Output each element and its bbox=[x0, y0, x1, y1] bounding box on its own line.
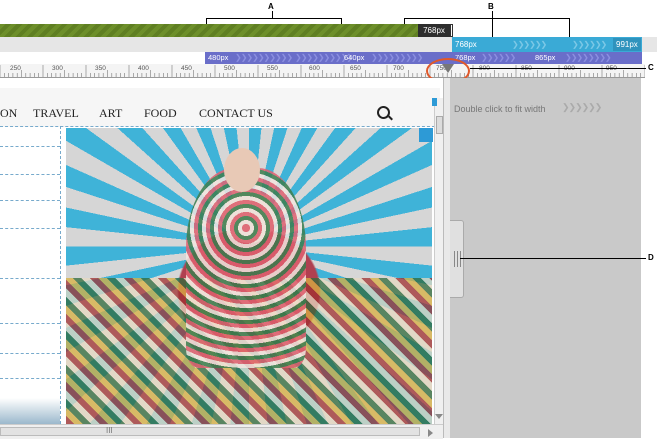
nav-item-art[interactable]: ART bbox=[99, 106, 122, 121]
horizontal-scroll-thumb[interactable] bbox=[0, 427, 420, 436]
resize-handle[interactable] bbox=[450, 220, 464, 298]
ruler-label: 650 bbox=[350, 65, 361, 72]
callout-d: D bbox=[648, 253, 654, 262]
grid-guide bbox=[0, 146, 60, 147]
breakpoint-marker[interactable] bbox=[450, 24, 453, 37]
callout-b: B bbox=[488, 2, 494, 11]
ruler-width-handle[interactable] bbox=[442, 64, 454, 73]
grid-guide bbox=[0, 174, 60, 175]
blue-chevrons: ❯❯❯❯❯❯ bbox=[512, 40, 547, 49]
scroll-right-arrow-icon[interactable] bbox=[428, 429, 433, 437]
purple-label-865: 865px bbox=[535, 53, 556, 62]
breakpoint-purple-bar[interactable]: 480px ❯❯❯❯❯❯❯❯❯❯ ❯❯❯❯❯❯❯❯❯❯ 640px ❯❯❯❯❯❯… bbox=[205, 52, 642, 64]
hint-chevrons: ❯❯❯❯❯❯ bbox=[562, 102, 602, 112]
purple-chevrons-3: ❯❯❯❯❯❯❯❯❯ bbox=[371, 53, 423, 62]
blue-label-991: 991px bbox=[616, 40, 638, 49]
callout-c: C bbox=[648, 63, 654, 72]
ruler-label: 300 bbox=[52, 65, 63, 72]
left-image-strip bbox=[0, 398, 60, 424]
breakpoint-green-bar[interactable] bbox=[0, 24, 450, 37]
ruler-label: 600 bbox=[309, 65, 320, 72]
purple-chevrons-1: ❯❯❯❯❯❯❯❯❯❯ bbox=[235, 53, 293, 62]
callout-d-line bbox=[460, 258, 646, 259]
nav-item-food[interactable]: FOOD bbox=[144, 106, 177, 121]
horizontal-scrollbar[interactable]: III bbox=[0, 424, 443, 439]
ruler-label: 500 bbox=[224, 65, 235, 72]
grid-guide bbox=[0, 200, 60, 201]
callout-b-bracket-top bbox=[404, 18, 570, 19]
ruler-label: 350 bbox=[95, 65, 106, 72]
canvas-vertical-guide bbox=[60, 126, 61, 424]
canvas-scroll-thumb[interactable] bbox=[436, 116, 443, 134]
ruler-label: 400 bbox=[138, 65, 149, 72]
callout-a-bracket-top bbox=[206, 18, 342, 19]
ruler-label: 550 bbox=[267, 65, 278, 72]
callout-a: A bbox=[268, 2, 274, 11]
horizontal-ruler[interactable]: 250 300 350 400 450 500 550 600 650 700 … bbox=[0, 64, 645, 78]
nav-item-travel[interactable]: TRAVEL bbox=[33, 106, 79, 121]
ruler-label: 450 bbox=[181, 65, 192, 72]
fit-width-hint: Double click to fit width bbox=[454, 104, 546, 114]
canvas-vertical-scrollbar[interactable] bbox=[434, 98, 443, 424]
grid-guide bbox=[0, 228, 60, 229]
purple-chevrons-5: ❯❯❯❯❯❯❯❯ bbox=[565, 53, 612, 62]
grid-guide bbox=[0, 323, 60, 324]
blue-label-768: 768px bbox=[455, 40, 477, 49]
grid-guide bbox=[0, 378, 60, 379]
design-canvas[interactable] bbox=[0, 78, 443, 424]
scroll-down-arrow-icon[interactable] bbox=[435, 414, 443, 419]
breakpoint-blue-bar[interactable]: 768px ❯❯❯❯❯❯ ❯❯❯❯❯❯ 991px bbox=[452, 37, 642, 52]
element-badge-icon[interactable] bbox=[419, 128, 433, 142]
blue-chevrons-2: ❯❯❯❯❯❯ bbox=[572, 40, 607, 49]
ruler-label: 250 bbox=[10, 65, 21, 72]
purple-label-480: 480px bbox=[208, 53, 229, 62]
canvas-corner-marker bbox=[432, 98, 437, 106]
hero-image[interactable] bbox=[66, 128, 432, 424]
grid-guide bbox=[0, 278, 60, 279]
horizontal-scroll-grip: III bbox=[106, 426, 113, 435]
breakpoint-current-label: 768px bbox=[418, 24, 450, 37]
nav-item-contact[interactable]: CONTACT US bbox=[199, 106, 273, 121]
purple-label-640: 640px bbox=[344, 53, 365, 62]
nav-item-on[interactable]: ON bbox=[0, 106, 17, 121]
ruler-label: 700 bbox=[393, 65, 404, 72]
callout-c-line bbox=[470, 68, 646, 69]
purple-chevrons-4: ❯❯❯❯❯❯ bbox=[481, 53, 516, 62]
grid-guide bbox=[0, 353, 60, 354]
